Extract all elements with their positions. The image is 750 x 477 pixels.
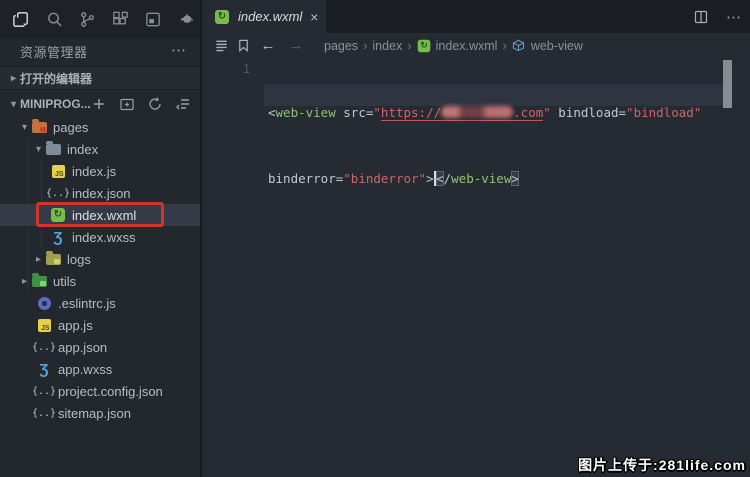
code-editor[interactable]: 1 <web-view src="https://.com" bindload=… (204, 58, 750, 477)
open-editors-label: 打开的编辑器 (20, 70, 92, 87)
teapot-icon[interactable] (175, 8, 197, 30)
utils-folder-icon (31, 273, 47, 289)
open-editors-section[interactable]: ▸ 打开的编辑器 (0, 66, 200, 90)
chevron-right-icon: ▸ (7, 73, 20, 84)
wechat-devtools-editor-window: 资源管理器 ⋯ ▸ 打开的编辑器 ▾ MINIPROG... (0, 0, 750, 477)
json-file-icon (36, 383, 52, 399)
editor-layout-icon[interactable] (142, 8, 164, 30)
breadcrumb: pages › index › index.wxml › web-view (324, 38, 583, 53)
editor-toolbar: ← → pages › index › index.wxml › web-vie… (204, 33, 750, 58)
line-number-gutter: 1 (204, 58, 250, 80)
sidebar-more-icon[interactable]: ⋯ (171, 46, 186, 56)
file-tree: ▾ pages ▾ index index.js index.json inde… (0, 116, 200, 424)
tree-item-app-json[interactable]: app.json (0, 336, 200, 358)
tree-item-eslintrc[interactable]: .eslintrc.js (0, 292, 200, 314)
sidebar-title: 资源管理器 (20, 42, 88, 61)
tree-item-utils[interactable]: ▸ utils (0, 270, 200, 292)
tab-bar-actions: ⋯ (690, 0, 742, 33)
wxss-file-icon (50, 229, 66, 245)
project-label: MINIPROG... (20, 97, 91, 111)
close-icon[interactable]: × (310, 9, 318, 25)
tree-item-index-wxml[interactable]: index.wxml (0, 204, 200, 226)
tab-index-wxml[interactable]: index.wxml × (204, 0, 326, 33)
chevron-right-icon: ▸ (18, 276, 31, 287)
scrollbar-thumb[interactable] (723, 60, 732, 108)
tree-item-index-wxss[interactable]: index.wxss (0, 226, 200, 248)
code-line-1: <web-view src="https://.com" bindload="b… (268, 102, 701, 124)
tab-bar: index.wxml × ⋯ (204, 0, 750, 33)
collapse-all-icon[interactable] (175, 96, 191, 112)
refresh-icon[interactable] (147, 96, 163, 112)
breadcrumb-separator: › (363, 38, 367, 53)
tree-item-index-json[interactable]: index.json (0, 182, 200, 204)
index-folder-icon (45, 141, 61, 157)
extensions-icon[interactable] (109, 8, 131, 30)
js-file-icon (50, 163, 66, 179)
files-icon[interactable] (10, 8, 32, 30)
json-file-icon (36, 405, 52, 421)
wxml-file-icon (50, 207, 66, 223)
bookmark-icon[interactable] (232, 36, 254, 56)
line-number: 1 (204, 58, 250, 80)
chevron-right-icon: ▸ (32, 254, 45, 265)
code-content: <web-view src="https://.com" bindload="b… (268, 58, 701, 234)
sidebar-header: 资源管理器 ⋯ (0, 38, 200, 64)
tree-item-pages[interactable]: ▾ pages (0, 116, 200, 138)
back-icon[interactable]: ← (254, 37, 282, 54)
breadcrumb-separator: › (502, 38, 506, 53)
code-line-1-wrapped: binderror="binderror"></web-view> (268, 168, 701, 190)
tree-item-index-folder[interactable]: ▾ index (0, 138, 200, 160)
tree-item-project-config-json[interactable]: project.config.json (0, 380, 200, 402)
symbol-cube-icon (512, 39, 526, 53)
tree-item-logs[interactable]: ▸ logs (0, 248, 200, 270)
split-editor-icon[interactable] (690, 7, 712, 27)
chevron-down-icon: ▾ (18, 122, 31, 133)
tree-item-sitemap-json[interactable]: sitemap.json (0, 402, 200, 424)
breadcrumb-web-view[interactable]: web-view (531, 39, 583, 53)
watermark-text: 图片上传于:281life.com (578, 455, 746, 475)
js-file-icon (36, 317, 52, 333)
redacted-url-blur (441, 106, 513, 118)
sidebar-panel: 资源管理器 ⋯ ▸ 打开的编辑器 ▾ MINIPROG... (0, 0, 202, 477)
new-file-icon[interactable] (91, 96, 107, 112)
eslint-file-icon (36, 295, 52, 311)
tree-item-index-js[interactable]: index.js (0, 160, 200, 182)
new-folder-icon[interactable] (119, 96, 135, 112)
wxml-file-icon (214, 9, 230, 25)
wxss-file-icon (36, 361, 52, 377)
breadcrumb-pages[interactable]: pages (324, 39, 358, 53)
chevron-down-icon: ▾ (7, 99, 20, 110)
pages-folder-icon (31, 119, 47, 135)
outline-list-icon[interactable] (210, 36, 232, 56)
logs-folder-icon (45, 251, 61, 267)
editor-group: index.wxml × ⋯ ← → pages › index (204, 0, 750, 477)
breadcrumb-index[interactable]: index (372, 39, 402, 53)
search-icon[interactable] (43, 8, 65, 30)
json-file-icon (36, 339, 52, 355)
section-actions (91, 96, 203, 112)
breadcrumb-separator: › (407, 38, 411, 53)
breadcrumb-index-wxml[interactable]: index.wxml (436, 39, 498, 53)
activity-bar (0, 0, 200, 38)
tree-item-app-wxss[interactable]: app.wxss (0, 358, 200, 380)
json-file-icon (50, 185, 66, 201)
tab-label: index.wxml (238, 9, 302, 24)
project-section[interactable]: ▾ MINIPROG... (0, 92, 200, 116)
source-control-icon[interactable] (76, 8, 98, 30)
forward-icon[interactable]: → (282, 37, 310, 54)
chevron-down-icon: ▾ (32, 144, 45, 155)
more-actions-icon[interactable]: ⋯ (726, 8, 742, 26)
wxml-file-icon (417, 39, 430, 52)
tree-item-app-js[interactable]: app.js (0, 314, 200, 336)
